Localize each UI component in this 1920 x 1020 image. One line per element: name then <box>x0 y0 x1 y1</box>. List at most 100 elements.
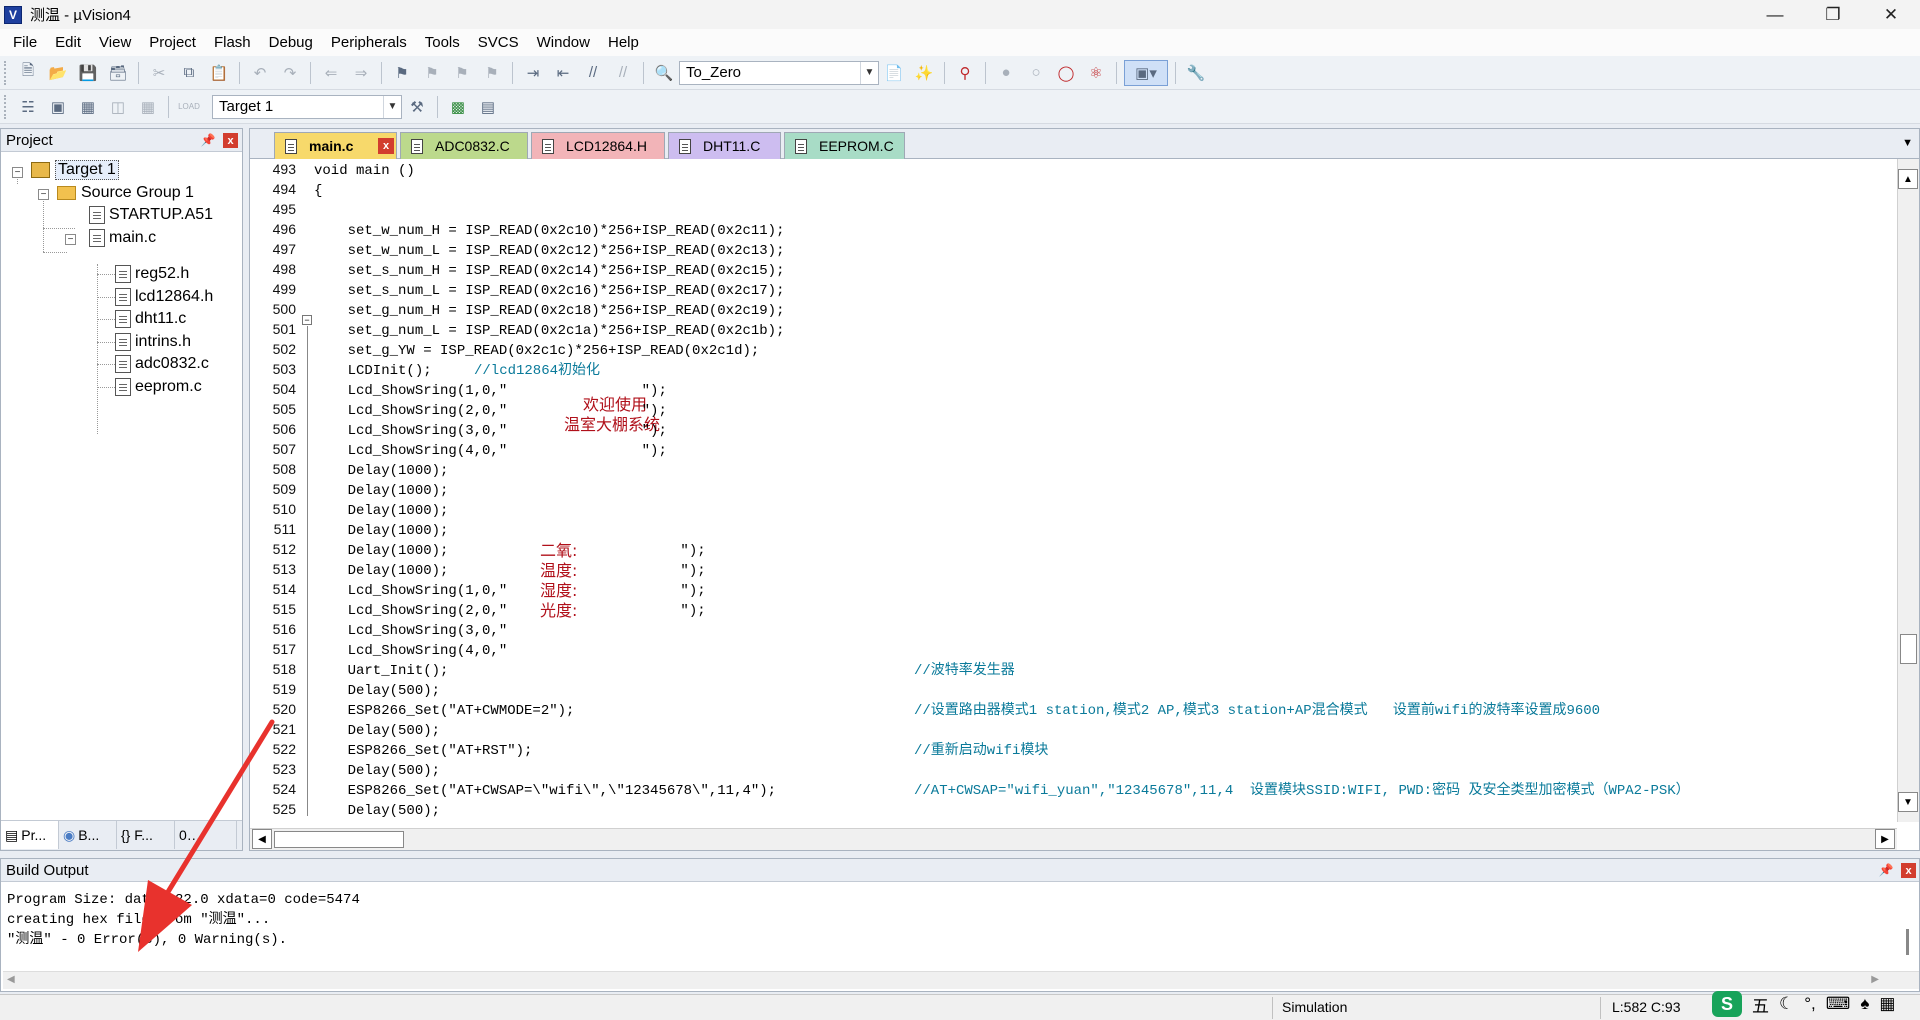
vertical-scroll-thumb[interactable] <box>1900 634 1917 664</box>
tree-file-startup[interactable]: STARTUP.A51 <box>89 204 213 226</box>
close-icon[interactable]: x <box>1901 863 1916 878</box>
translate-icon[interactable]: ☵ <box>15 94 41 120</box>
scroll-left-icon[interactable]: ◀ <box>252 829 272 849</box>
tab-templates[interactable]: 0… <box>175 821 237 849</box>
paste-icon[interactable]: 📋 <box>206 60 232 86</box>
fold-collapse-icon[interactable]: − <box>302 315 312 325</box>
menu-project[interactable]: Project <box>140 34 205 51</box>
chevron-down-icon[interactable]: ▼ <box>1902 137 1913 149</box>
menu-window[interactable]: Window <box>528 34 599 51</box>
incremental-find-icon[interactable]: ✨ <box>911 60 937 86</box>
tree-include-adc0832[interactable]: adc0832.c <box>115 353 209 375</box>
menu-peripherals[interactable]: Peripherals <box>322 34 416 51</box>
copy-icon[interactable]: ⧉ <box>176 60 202 86</box>
menu-file[interactable]: File <box>4 34 46 51</box>
tree-file-main[interactable]: main.c <box>89 227 156 249</box>
toolbar-grip[interactable] <box>4 94 9 119</box>
insert-breakpoint-icon[interactable]: ● <box>993 60 1019 86</box>
disable-breakpoints-icon[interactable]: ◯ <box>1053 60 1079 86</box>
debug-session-icon[interactable]: ⚲ <box>952 60 978 86</box>
build-icon[interactable]: ▣ <box>45 94 71 120</box>
tab-books[interactable]: ◉ B... <box>59 821 117 849</box>
tree-include-reg52[interactable]: reg52.h <box>115 263 189 285</box>
tab-project[interactable]: ▤ Pr... <box>1 821 59 849</box>
menu-debug[interactable]: Debug <box>260 34 322 51</box>
bookmark-icon[interactable]: ⚑ <box>389 60 415 86</box>
menu-edit[interactable]: Edit <box>46 34 90 51</box>
menu-view[interactable]: View <box>90 34 140 51</box>
save-all-icon[interactable]: 🗃 <box>105 60 131 86</box>
file-extensions-icon[interactable]: ▤ <box>475 94 501 120</box>
tree-include-intrins[interactable]: intrins.h <box>115 331 191 353</box>
save-icon[interactable]: 💾 <box>75 60 101 86</box>
load-download-icon[interactable]: LOAD <box>176 94 202 120</box>
kill-breakpoints-icon[interactable]: ⚛ <box>1083 60 1109 86</box>
build-hscrollbar[interactable]: ◀ ▶ <box>3 971 1919 989</box>
toolbar-grip[interactable] <box>4 60 9 85</box>
unindent-icon[interactable]: ⇤ <box>550 60 576 86</box>
collapse-main-icon[interactable]: − <box>65 234 76 245</box>
enable-breakpoint-icon[interactable]: ○ <box>1023 60 1049 86</box>
tab-dht11[interactable]: DHT11.C <box>668 132 781 159</box>
scroll-down-icon[interactable]: ▼ <box>1898 792 1918 812</box>
horizontal-scroll-thumb[interactable] <box>274 831 404 848</box>
indent-icon[interactable]: ⇥ <box>520 60 546 86</box>
new-file-icon[interactable]: 🗎 <box>15 60 41 86</box>
tree-include-eeprom[interactable]: eeprom.c <box>115 376 202 398</box>
tab-eeprom[interactable]: EEPROM.C <box>784 132 905 159</box>
maximize-button[interactable]: ❐ <box>1804 0 1862 29</box>
find-combo[interactable]: To_Zero ▼ <box>679 60 879 85</box>
find-in-files-icon[interactable]: 🔍 <box>651 60 677 86</box>
comment-icon[interactable]: // <box>580 60 606 86</box>
find-icon[interactable]: 📄 <box>881 60 907 86</box>
tab-functions[interactable]: {} F... <box>117 821 175 849</box>
build-scroll-thumb[interactable] <box>1906 929 1909 955</box>
target-combo[interactable]: Target 1 ▼ <box>212 94 402 119</box>
scroll-right-icon[interactable]: ▶ <box>1875 829 1895 849</box>
menu-tools[interactable]: Tools <box>416 34 469 51</box>
tree-include-lcd12864[interactable]: lcd12864.h <box>115 286 213 308</box>
tab-lcd12864[interactable]: LCD12864.H <box>531 132 665 159</box>
pin-icon[interactable]: 📌 <box>1879 863 1894 877</box>
vertical-scrollbar[interactable]: ▲ ▼ <box>1897 159 1919 822</box>
chevron-down-icon[interactable]: ▼ <box>383 95 401 118</box>
person-icon[interactable]: ♠ <box>1860 994 1869 1014</box>
punctuation-icon[interactable]: °, <box>1804 994 1816 1014</box>
scroll-up-icon[interactable]: ▲ <box>1898 169 1918 189</box>
scroll-right-icon[interactable]: ▶ <box>1871 974 1879 985</box>
sogou-logo-icon[interactable]: S <box>1712 991 1742 1017</box>
next-bookmark-icon[interactable]: ⚑ <box>449 60 475 86</box>
keyboard-icon[interactable]: ⌨ <box>1826 994 1851 1014</box>
close-tab-icon[interactable]: x <box>378 138 394 154</box>
rebuild-icon[interactable]: ▦ <box>75 94 101 120</box>
redo-icon[interactable]: ↷ <box>277 60 303 86</box>
tab-main-c[interactable]: main.c x <box>274 132 397 159</box>
tree-include-dht11[interactable]: dht11.c <box>115 308 186 330</box>
minimize-button[interactable]: — <box>1746 0 1804 29</box>
nav-back-icon[interactable]: ⇐ <box>318 60 344 86</box>
prev-bookmark-icon[interactable]: ⚑ <box>419 60 445 86</box>
stop-build-icon[interactable]: ▦ <box>135 94 161 120</box>
menu-help[interactable]: Help <box>599 34 648 51</box>
menu-flash[interactable]: Flash <box>205 34 260 51</box>
manage-components-icon[interactable]: ▩ <box>445 94 471 120</box>
pin-icon[interactable]: 📌 <box>201 133 216 147</box>
undo-icon[interactable]: ↶ <box>247 60 273 86</box>
target-options-icon[interactable]: ⚒ <box>404 94 430 120</box>
uncomment-icon[interactable]: // <box>610 60 636 86</box>
batch-build-icon[interactable]: ◫ <box>105 94 131 120</box>
code-area[interactable]: //lcd12864初始化 欢迎使用 温室大棚系统 二氧: 温度: 湿度: 光度… <box>314 161 1884 819</box>
scroll-left-icon[interactable]: ◀ <box>7 974 15 985</box>
open-folder-icon[interactable]: 📂 <box>45 60 71 86</box>
window-layout-icon[interactable]: ▣▾ <box>1124 59 1168 86</box>
close-icon[interactable]: x <box>223 133 238 148</box>
clear-bookmarks-icon[interactable]: ⚑ <box>479 60 505 86</box>
tab-adc0832[interactable]: ADC0832.C <box>400 132 528 159</box>
nav-forward-icon[interactable]: ⇒ <box>348 60 374 86</box>
collapse-group-icon[interactable]: − <box>38 189 49 200</box>
tree-source-group[interactable]: Source Group 1 <box>57 182 194 204</box>
chevron-down-icon[interactable]: ▼ <box>860 61 878 84</box>
menu-svcs[interactable]: SVCS <box>469 34 528 51</box>
moon-icon[interactable]: ☾ <box>1779 994 1794 1014</box>
collapse-target-icon[interactable]: − <box>12 167 23 178</box>
